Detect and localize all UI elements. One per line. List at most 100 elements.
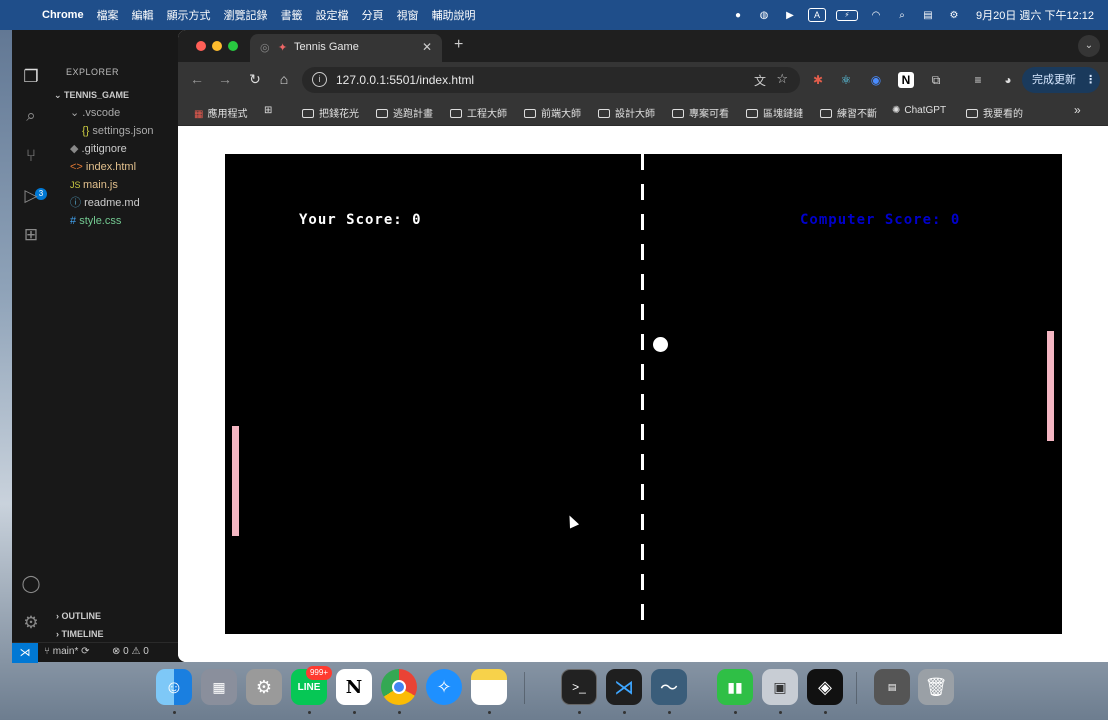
trash-icon[interactable]: 🗑	[918, 669, 954, 705]
source-control-icon[interactable]: ⑂	[20, 145, 42, 167]
bookmark-folder-9[interactable]: 我要看的	[966, 105, 1023, 120]
menu-app-name[interactable]: Chrome	[42, 9, 84, 21]
wifi-icon[interactable]: ◠	[868, 7, 884, 23]
problems-status[interactable]: ⊗ 0 ⚠ 0	[112, 646, 149, 657]
bookmark-folder-6[interactable]: 專案可看	[672, 105, 729, 120]
bookmark-folder-8[interactable]: 練習不斷	[820, 105, 877, 120]
input-source-icon[interactable]: A	[808, 8, 826, 22]
bookmark-folder-1[interactable]: 把錢花光	[302, 105, 359, 120]
run-debug-icon[interactable]: ▷	[20, 185, 42, 207]
bookmark-folder-7[interactable]: 區塊鏈鏈	[746, 105, 803, 120]
home-button[interactable]: ⌂	[275, 71, 293, 87]
tree-item-style-css[interactable]: # style.css U	[50, 212, 190, 230]
unity-icon[interactable]: ◈	[807, 669, 843, 705]
close-tab-icon[interactable]: ✕	[422, 40, 432, 54]
update-button[interactable]: 完成更新 ⋮	[1022, 67, 1100, 93]
search-icon[interactable]: ⌕	[894, 7, 910, 23]
menu-file[interactable]: 檔案	[97, 7, 119, 23]
running-indicator	[779, 711, 782, 714]
manage-gear-icon[interactable]: ⚙	[20, 612, 42, 634]
tree-item-vscode-folder[interactable]: ⌄ .vscode	[50, 104, 190, 122]
remote-indicator-icon[interactable]: ⋊	[12, 643, 38, 663]
tree-item-main-js[interactable]: JS main.js M	[50, 176, 190, 194]
menu-tab[interactable]: 分頁	[362, 7, 384, 23]
folder-icon	[672, 109, 684, 118]
reading-list-icon[interactable]: ≡	[970, 72, 986, 88]
player-paddle[interactable]	[232, 426, 239, 536]
tree-item-index-html[interactable]: <> index.html M	[50, 158, 190, 176]
close-window-button[interactable]	[196, 41, 206, 51]
numbers-icon[interactable]: ▮▮	[717, 669, 753, 705]
line-status-icon[interactable]: ◍	[756, 7, 772, 23]
account-icon[interactable]: ◯	[20, 573, 42, 595]
new-tab-button[interactable]: +	[454, 36, 463, 54]
tab-groups-icon[interactable]: ⊞	[264, 105, 272, 116]
zoom-window-button[interactable]	[228, 41, 238, 51]
safari-icon[interactable]: ✧	[426, 669, 462, 705]
tab-title: Tennis Game	[294, 41, 359, 53]
bookmark-chatgpt[interactable]: ✺ ChatGPT	[892, 105, 946, 116]
site-info-icon[interactable]: i	[312, 72, 327, 87]
notion-clipper-icon[interactable]: N	[898, 72, 914, 88]
profile-avatar-icon[interactable]: ◕	[1000, 72, 1016, 88]
branch-status[interactable]: ⑂ main* ⟳	[44, 646, 90, 657]
extension-icon-1[interactable]: ✱	[810, 72, 826, 88]
launchpad-icon[interactable]: ▦	[201, 669, 237, 705]
back-button[interactable]: ←	[188, 71, 206, 87]
menu-window[interactable]: 視窗	[397, 7, 419, 23]
forward-button[interactable]: →	[216, 71, 234, 87]
explorer-icon[interactable]: ❐	[20, 66, 42, 88]
user-switch-icon[interactable]: ▤	[920, 7, 936, 23]
terminal-icon[interactable]: >_	[561, 669, 597, 705]
menu-bookmarks[interactable]: 書籤	[281, 7, 303, 23]
extensions-icon[interactable]: ⊞	[20, 224, 42, 246]
tab-search-button[interactable]: ⌄	[1078, 35, 1100, 57]
bookmark-folder-5[interactable]: 設計大師	[598, 105, 655, 120]
notes-icon[interactable]	[471, 669, 507, 705]
more-menu-icon: ⋮	[1085, 74, 1097, 86]
address-bar[interactable]: i 127.0.0.1:5501/index.html 文 ☆	[302, 67, 800, 93]
url-text[interactable]: 127.0.0.1:5501/index.html	[336, 73, 474, 87]
finder-icon[interactable]: ☺	[156, 669, 192, 705]
extension-icon-3[interactable]: ◉	[868, 72, 884, 88]
battery-icon[interactable]: ⚡	[836, 9, 858, 21]
play-icon[interactable]: ▶	[782, 7, 798, 23]
menu-history[interactable]: 瀏覽記錄	[224, 7, 268, 23]
bookmark-star-icon[interactable]: ☆	[776, 71, 788, 87]
bookmark-folder-4[interactable]: 前端大師	[524, 105, 581, 120]
menu-profiles[interactable]: 設定檔	[316, 7, 349, 23]
tree-item-readme[interactable]: ⓘ readme.md	[50, 194, 190, 212]
tree-item-gitignore[interactable]: ◆ .gitignore	[50, 140, 190, 158]
menu-help[interactable]: 輔助說明	[432, 7, 476, 23]
json-file-icon: {}	[82, 125, 93, 137]
reload-button[interactable]: ↻	[246, 71, 264, 88]
mysql-workbench-icon[interactable]: 〜	[651, 669, 687, 705]
menu-edit[interactable]: 編輯	[132, 7, 154, 23]
menu-view[interactable]: 顯示方式	[167, 7, 211, 23]
outline-section[interactable]: › OUTLINE	[50, 607, 190, 625]
bookmark-folder-3[interactable]: 工程大師	[450, 105, 507, 120]
translate-icon[interactable]: 文	[754, 72, 766, 89]
menu-bar-clock[interactable]: 9月20日 週六 下午12:12	[976, 7, 1094, 23]
project-folder[interactable]: ⌄ TENNIS_GAME	[50, 86, 190, 104]
system-settings-icon[interactable]: ⚙	[246, 669, 282, 705]
extensions-puzzle-icon[interactable]: ⧉	[928, 72, 944, 88]
search-icon[interactable]: ⌕	[20, 105, 42, 127]
timeline-section[interactable]: › TIMELINE	[50, 625, 190, 643]
tree-item-settings-json[interactable]: {} settings.json	[50, 122, 190, 140]
html-file-doc-icon[interactable]: ▤	[874, 669, 910, 705]
minimize-window-button[interactable]	[212, 41, 222, 51]
notion-icon[interactable]: N	[336, 669, 372, 705]
tennis-game-canvas[interactable]: Your Score: 0 Computer Score: 0	[225, 154, 1062, 634]
vscode-icon[interactable]: ⋊	[606, 669, 642, 705]
css-file-icon: #	[70, 215, 80, 227]
record-icon[interactable]: ●	[730, 7, 746, 23]
bookmark-folder-2[interactable]: 逃跑計畫	[376, 105, 433, 120]
tab-tennis-game[interactable]: ◎ ✦ Tennis Game ✕	[250, 34, 442, 62]
react-devtools-icon[interactable]: ⚛	[838, 72, 854, 88]
preview-icon[interactable]: ▣	[762, 669, 798, 705]
bookmark-apps[interactable]: ▦ 應用程式	[194, 105, 247, 120]
control-center-icon[interactable]: ⚙	[946, 7, 962, 23]
more-bookmarks-chevron-icon[interactable]: »	[1074, 103, 1081, 117]
chrome-icon[interactable]	[381, 669, 417, 705]
